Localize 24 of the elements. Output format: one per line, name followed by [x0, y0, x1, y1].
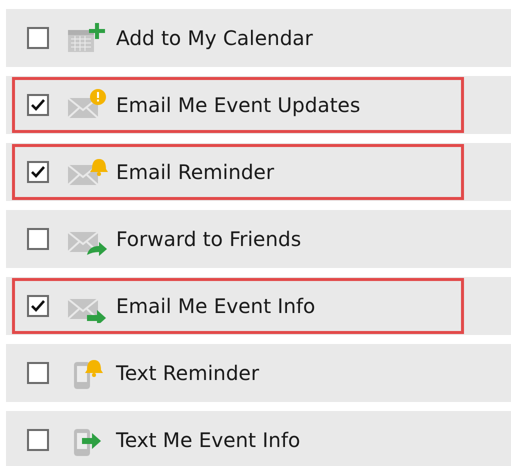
- option-label: Text Reminder: [116, 361, 260, 385]
- checkbox[interactable]: [27, 362, 49, 384]
- option-label: Email Reminder: [116, 160, 274, 184]
- checkbox[interactable]: [27, 27, 49, 49]
- option-row[interactable]: Forward to Friends: [6, 210, 511, 268]
- option-row[interactable]: Email Reminder: [6, 143, 511, 201]
- option-row[interactable]: Text Reminder: [6, 344, 511, 402]
- option-label: Forward to Friends: [116, 227, 302, 251]
- check-icon: [31, 166, 45, 178]
- option-label: Add to My Calendar: [116, 26, 313, 50]
- option-label: Email Me Event Info: [116, 294, 316, 318]
- check-icon: [31, 99, 45, 111]
- checkbox[interactable]: [27, 94, 49, 116]
- checkbox[interactable]: [27, 228, 49, 250]
- checkbox[interactable]: [27, 295, 49, 317]
- option-row[interactable]: Text Me Event Info: [6, 411, 511, 466]
- option-row[interactable]: Add to My Calendar: [6, 9, 511, 67]
- option-label: Email Me Event Updates: [116, 93, 360, 117]
- checkbox[interactable]: [27, 429, 49, 451]
- option-row[interactable]: Email Me Event Info: [6, 277, 511, 335]
- option-label: Text Me Event Info: [116, 428, 300, 452]
- check-icon: [31, 300, 45, 312]
- option-row[interactable]: Email Me Event Updates: [6, 76, 511, 134]
- checkbox[interactable]: [27, 161, 49, 183]
